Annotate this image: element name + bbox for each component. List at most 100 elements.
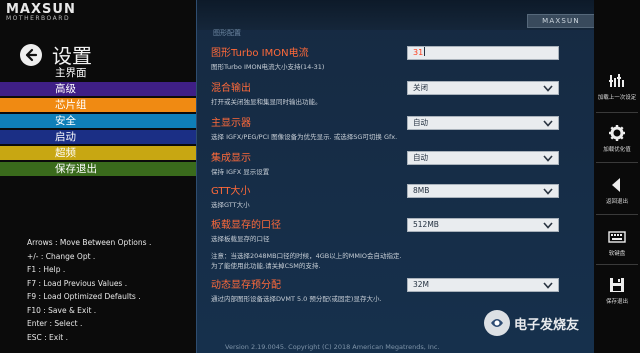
menu-bar — [0, 146, 196, 160]
divider — [596, 214, 638, 215]
top-bar: MAXSUN — [197, 0, 595, 30]
note-line: 注意：当选择2048MB口径的时候，4GB以上的MMIO会自动指定. — [211, 252, 402, 260]
setting-desc: 选择GTT大小 — [211, 201, 250, 209]
menu-item-overclock[interactable]: 超频 — [0, 146, 196, 160]
menu-item-main[interactable]: 主界面 — [0, 66, 196, 80]
tool-label: 加载上一次设定 — [597, 95, 637, 101]
menu-item-advanced[interactable]: 高级 — [0, 82, 196, 96]
back-exit-button[interactable]: 返回退出 — [596, 176, 638, 205]
menu-item-chipset[interactable]: 芯片组 — [0, 98, 196, 112]
back-arrow-icon — [25, 48, 38, 61]
setting-row-hybrid-output: 混合输出 打开或关闭独显和集显同时输出功能。 关闭 — [211, 79, 571, 106]
turbo-imon-input[interactable]: 31 — [407, 46, 559, 60]
menu-item-label: 保存退出 — [55, 163, 97, 175]
menu-item-security[interactable]: 安全 — [0, 114, 196, 128]
tool-label: 加载优化值 — [603, 147, 631, 153]
primary-display-select[interactable]: 自动 — [407, 116, 559, 130]
hybrid-output-select[interactable]: 关闭 — [407, 81, 559, 95]
settings-panel: MAXSUN 图形配置 图形Turbo IMON电流 图形Turbo IMON电… — [196, 0, 595, 353]
menu-bar — [0, 130, 196, 144]
page-title: 设置 — [52, 44, 92, 68]
setting-row-turbo-imon: 图形Turbo IMON电流 图形Turbo IMON电流大小支持(14-31)… — [211, 44, 571, 71]
setting-desc: 选择板载显存的口径 — [211, 235, 270, 243]
help-line: +/- : Change Opt . — [27, 251, 96, 261]
select-value: 关闭 — [413, 83, 428, 92]
help-line: F7 : Load Previous Values . — [27, 278, 128, 288]
keyboard-icon — [608, 231, 626, 243]
help-line: F10 : Save & Exit . — [27, 305, 97, 315]
setting-desc: 图形Turbo IMON电流大小支持(14-31) — [211, 63, 325, 71]
select-value: 512MB — [413, 220, 439, 229]
setting-row-integrated-display: 集成显示 保持 IGFX 显示设置 自动 — [211, 149, 571, 176]
header: 设置 — [20, 40, 92, 69]
menu-item-label: 安全 — [55, 115, 76, 127]
chevron-down-icon — [543, 222, 553, 229]
save-exit-button[interactable]: 保存退出 — [596, 276, 638, 305]
menu-item-boot[interactable]: 启动 — [0, 130, 196, 144]
save-icon — [610, 278, 624, 292]
menu-item-label: 主界面 — [55, 67, 87, 79]
setting-desc: 通过内部图形设备选择DVMT 5.0 预分配(或固定)显存大小. — [211, 295, 382, 303]
chevron-down-icon — [543, 188, 553, 195]
help-line: F1 : Help . — [27, 265, 66, 274]
menu-bar — [0, 114, 196, 128]
watermark-logo-icon — [484, 310, 510, 336]
gear-icon — [609, 125, 625, 141]
menu-item-label: 芯片组 — [55, 99, 87, 111]
tool-label: 软键盘 — [608, 251, 626, 257]
load-previous-button[interactable]: 加载上一次设定 — [596, 72, 638, 101]
divider — [596, 112, 638, 113]
main-menu: 主界面 高级 芯片组 安全 启动 超频 保存退出 — [0, 66, 196, 178]
back-button[interactable] — [20, 43, 42, 66]
tool-label: 返回退出 — [605, 199, 628, 205]
tool-label: 保存退出 — [605, 299, 628, 305]
chevron-down-icon — [543, 85, 553, 92]
brand-logo: MAXSUN MOTHERBOARD — [6, 2, 76, 22]
note-line: 为了能使用此功能,请关掉CSM的支持. — [211, 262, 321, 270]
select-value: 自动 — [413, 118, 428, 127]
menu-bar — [0, 98, 196, 112]
menu-bar — [0, 66, 196, 80]
aperture-note: 注意：当选择2048MB口径的时候，4GB以上的MMIO会自动指定. 为了能使用… — [211, 251, 402, 271]
setting-row-primary-display: 主显示器 选择 IGFX/PEG/PCI 图像设备为优先显示. 或选择SG可切换… — [211, 114, 571, 141]
divider — [596, 162, 638, 163]
menu-item-label: 高级 — [55, 83, 76, 95]
help-line: F9 : Load Optimized Defaults . — [27, 292, 141, 301]
select-value: 自动 — [413, 153, 428, 162]
gtt-size-select[interactable]: 8MB — [407, 184, 559, 198]
version-footer: Version 2.19.0045. Copyright (C) 2018 Am… — [225, 343, 440, 351]
aperture-size-select[interactable]: 512MB — [407, 218, 559, 232]
help-line: Arrows : Move Between Options . — [27, 238, 152, 247]
menu-item-label: 超频 — [55, 147, 76, 159]
setting-desc: 保持 IGFX 显示设置 — [211, 168, 270, 176]
watermark-text: 电子发烧友 — [514, 317, 580, 333]
help-line: Enter : Select . — [27, 319, 83, 328]
tool-sidebar: 加载上一次设定 加载优化值 返回退出 软键盘 保存退出 — [594, 0, 640, 353]
breadcrumb: 图形配置 — [213, 29, 241, 37]
input-value: 31 — [413, 48, 424, 57]
setting-row-dvmt-prealloc: 动态显存预分配 通过内部图形设备选择DVMT 5.0 预分配(或固定)显存大小.… — [211, 276, 571, 303]
setting-desc: 打开或关闭独显和集显同时输出功能。 — [211, 98, 322, 106]
left-panel: MAXSUN MOTHERBOARD 设置 主界面 高级 芯片组 安全 启动 超… — [0, 0, 196, 353]
load-optimized-button[interactable]: 加载优化值 — [596, 124, 638, 153]
back-arrow-icon — [612, 178, 620, 192]
menu-item-label: 启动 — [55, 131, 76, 143]
help-legend: Arrows : Move Between Options . +/- : Ch… — [27, 236, 151, 344]
setting-row-gtt-size: GTT大小 选择GTT大小 8MB — [211, 182, 571, 209]
select-value: 8MB — [413, 186, 430, 195]
watermark: 电子发烧友 — [484, 310, 579, 336]
text-cursor — [424, 47, 426, 56]
menu-bar — [0, 162, 196, 176]
dvmt-prealloc-select[interactable]: 32M — [407, 278, 559, 292]
select-value: 32M — [413, 280, 430, 289]
soft-keyboard-button[interactable]: 软键盘 — [596, 228, 638, 257]
chevron-down-icon — [543, 120, 553, 127]
setting-desc: 选择 IGFX/PEG/PCI 图像设备为优先显示. 或选择SG可切换 Gfx. — [211, 133, 398, 141]
menu-item-save-exit[interactable]: 保存退出 — [0, 162, 196, 176]
integrated-display-select[interactable]: 自动 — [407, 151, 559, 165]
chevron-down-icon — [543, 282, 553, 289]
help-line: ESC : Exit . — [27, 332, 69, 342]
brand-badge: MAXSUN — [527, 14, 595, 28]
divider — [596, 264, 638, 265]
chevron-down-icon — [543, 155, 553, 162]
